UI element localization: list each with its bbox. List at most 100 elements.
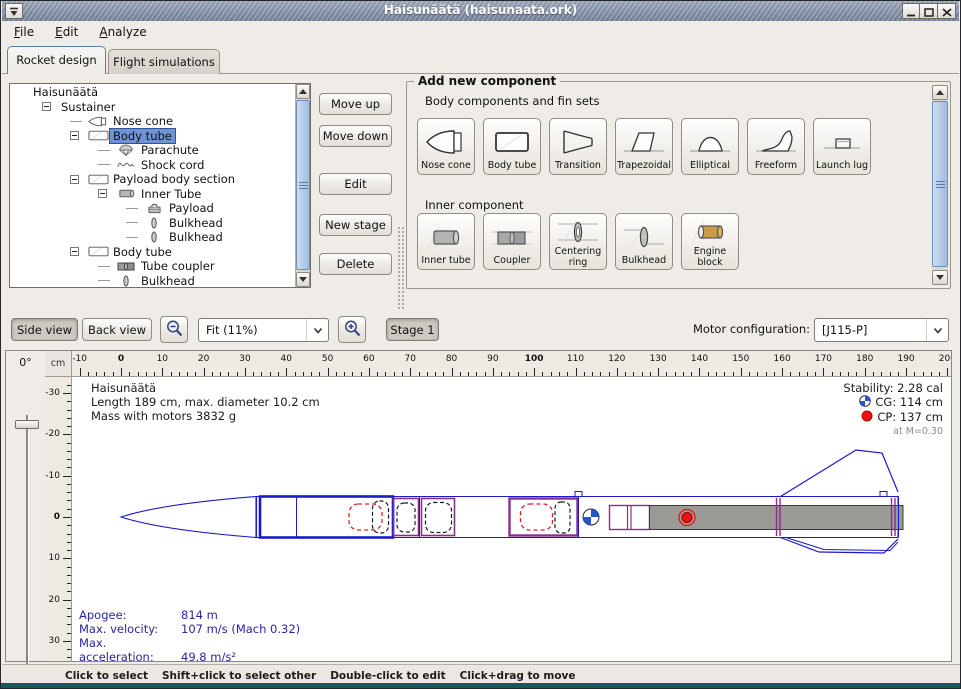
component-button-trapezoidal[interactable]: Trapezoidal — [615, 118, 673, 175]
tree-item-body-tube[interactable]: Body tube — [10, 129, 295, 144]
tree-item-label: Bulkhead — [166, 216, 226, 230]
scroll-down-button[interactable] — [296, 272, 310, 287]
shock-cord-shape — [373, 501, 389, 533]
scrollbar-thumb[interactable] — [932, 101, 948, 267]
tree-item-label: Nose cone — [110, 114, 176, 128]
nose-cone-shape — [121, 497, 256, 538]
tree-item-payload[interactable]: Payload — [10, 201, 295, 216]
component-button-label: Elliptical — [690, 161, 730, 172]
tree-item-bulkhead[interactable]: Bulkhead — [10, 274, 295, 289]
tree-item-label: Payload body section — [110, 172, 238, 186]
tab-flight-simulations[interactable]: Flight simulations — [108, 49, 220, 74]
arrow-down-icon — [299, 277, 307, 282]
side-view-button[interactable]: Side view — [11, 318, 78, 341]
tree-item-inner-tube[interactable]: Inner Tube — [10, 187, 295, 202]
flight-stat-max-velocity: Max. velocity:107 m/s (Mach 0.32) — [79, 622, 300, 636]
tree-item-nose-cone[interactable]: Nose cone — [10, 114, 295, 129]
maximize-button[interactable] — [920, 3, 938, 19]
component-button-coupler[interactable]: Coupler — [483, 213, 541, 270]
minimize-icon — [906, 2, 916, 21]
tree-item-parachute[interactable]: Parachute — [10, 143, 295, 158]
tree-connector — [70, 114, 86, 128]
arrow-up-icon — [299, 89, 307, 94]
rotation-slider[interactable] — [26, 415, 29, 677]
tree-item-bulkhead[interactable]: Bulkhead — [10, 216, 295, 231]
tree-item-label: Bulkhead — [138, 274, 198, 288]
splitpane-divider[interactable] — [397, 226, 405, 311]
component-button-elliptical[interactable]: Elliptical — [681, 118, 739, 175]
move-up-button[interactable]: Move up — [319, 93, 392, 115]
window-titlebar[interactable]: Haisunäätä (haisunaata.ork) — [2, 1, 959, 21]
tree-item-shock-cord[interactable]: Shock cord — [10, 158, 295, 173]
expander-icon[interactable] — [70, 245, 86, 259]
expander-icon[interactable] — [70, 129, 86, 143]
motor-configuration-select[interactable]: [J115-P] — [814, 318, 949, 342]
tree-item-label: Sustainer — [58, 100, 118, 114]
scrollbar-thumb[interactable] — [296, 100, 310, 270]
coupler-lg-icon — [490, 217, 534, 256]
menu-item-file[interactable]: File — [5, 22, 43, 44]
rocket-canvas[interactable]: Haisunäätä Length 189 cm, max. diameter … — [72, 377, 951, 661]
new-stage-button[interactable]: New stage — [319, 214, 392, 236]
component-button-centering-ring[interactable]: Centering ring — [549, 213, 607, 270]
zoom-level-select[interactable]: Fit (11%) — [198, 318, 329, 342]
tree-item-tube-coupler[interactable]: Tube coupler — [10, 259, 295, 274]
parachute-icon — [114, 144, 138, 157]
tree-connector — [126, 216, 142, 230]
component-button-label: Engine block — [683, 247, 737, 269]
tree-item-body-tube[interactable]: Body tube — [10, 245, 295, 260]
stage-1-toggle[interactable]: Stage 1 — [386, 318, 439, 341]
component-tree[interactable]: HaisunäätäSustainerNose coneBody tubePar… — [9, 83, 311, 288]
scroll-down-button[interactable] — [932, 270, 948, 285]
component-button-bulkhead[interactable]: Bulkhead — [615, 213, 673, 270]
tree-item-sustainer[interactable]: Sustainer — [10, 100, 295, 115]
body-tube-icon — [86, 130, 110, 141]
mach-condition: at M=0.30 — [843, 425, 943, 439]
menu-item-analyze[interactable]: Analyze — [90, 22, 155, 44]
tree-item-label: Parachute — [138, 143, 202, 157]
rotation-angle-value: 0° — [6, 356, 45, 369]
rotation-slider-handle[interactable] — [15, 420, 39, 429]
centering-ring-lg-icon — [556, 217, 600, 247]
expander-icon[interactable] — [42, 100, 58, 114]
chevron-down-icon — [933, 323, 943, 337]
edit-button[interactable]: Edit — [319, 173, 392, 195]
close-button[interactable] — [938, 3, 956, 19]
tab-rocket-design[interactable]: Rocket design — [7, 46, 106, 74]
minimize-button[interactable] — [902, 3, 920, 19]
component-button-body-tube[interactable]: Body tube — [483, 118, 541, 175]
cg-value: CG: 114 cm — [875, 395, 943, 409]
expander-icon[interactable] — [98, 187, 114, 201]
tree-connector — [98, 274, 114, 288]
component-button-label: Centering ring — [551, 247, 605, 269]
component-button-label: Transition — [555, 161, 601, 172]
expander-icon[interactable] — [70, 172, 86, 186]
tree-item-payload-body-section[interactable]: Payload body section — [10, 172, 295, 187]
launch-lug-shape — [575, 492, 582, 497]
tree-scrollbar[interactable] — [295, 84, 310, 287]
tree-item-bulkhead[interactable]: Bulkhead — [10, 230, 295, 245]
menu-item-edit[interactable]: Edit — [46, 22, 87, 44]
add-component-panel: Add new component Body components and fi… — [406, 81, 951, 289]
scroll-up-button[interactable] — [932, 85, 948, 100]
component-button-label: Body tube — [488, 161, 537, 172]
component-button-engine-block[interactable]: Engine block — [681, 213, 739, 270]
scroll-up-button[interactable] — [296, 84, 310, 99]
move-down-button[interactable]: Move down — [319, 125, 392, 147]
fin-elliptical-icon — [688, 122, 732, 161]
zoom-in-button[interactable] — [338, 316, 366, 343]
status-hint: Click+drag to move — [460, 670, 576, 682]
rocket-name: Haisunäätä — [91, 381, 320, 395]
component-scrollbar[interactable] — [932, 85, 948, 285]
component-button-launch-lug[interactable]: Launch lug — [813, 118, 871, 175]
component-button-inner-tube[interactable]: Inner tube — [417, 213, 475, 270]
bulkhead-icon — [114, 275, 138, 287]
zoom-out-button[interactable] — [160, 316, 188, 343]
tree-item-haisun-t[interactable]: Haisunäätä — [10, 85, 295, 100]
component-button-nose-cone[interactable]: Nose cone — [417, 118, 475, 175]
component-button-freeform[interactable]: Freeform — [747, 118, 805, 175]
engine-block-lg-icon — [688, 217, 732, 247]
delete-button[interactable]: Delete — [319, 253, 392, 275]
component-button-transition[interactable]: Transition — [549, 118, 607, 175]
back-view-button[interactable]: Back view — [82, 318, 152, 341]
